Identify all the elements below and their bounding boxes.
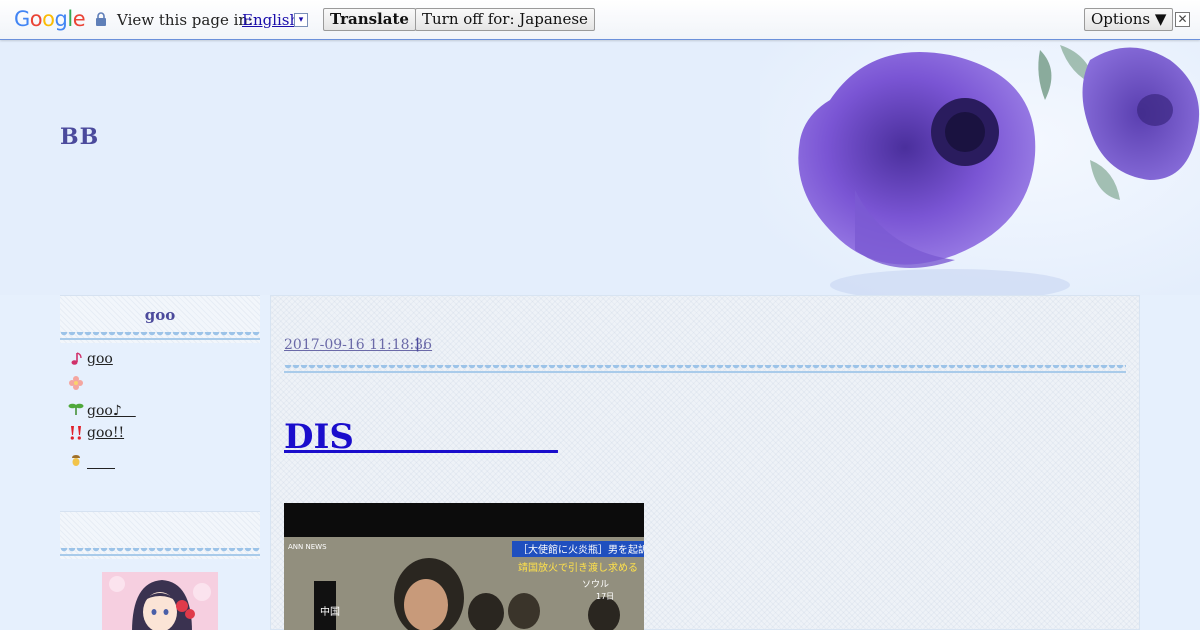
- post-separator: |: [415, 336, 421, 352]
- lace-divider: [284, 365, 1126, 373]
- news-image-graphic: ［大使館に火炎瓶］男を起訴 靖国放火で引き渡し求める ソウル 17日 ANN N…: [284, 503, 644, 630]
- sidebar: goo goo goo♪ goo!!: [60, 295, 260, 630]
- news-day: 17日: [596, 592, 614, 601]
- options-button[interactable]: Options ▼: [1084, 8, 1174, 31]
- profile-avatar-image[interactable]: [102, 572, 218, 630]
- sidebar-box-header: goo: [60, 295, 260, 343]
- turn-off-button[interactable]: Turn off for: Japanese: [415, 8, 595, 31]
- lace-divider: [60, 548, 260, 556]
- news-caption-top: ［大使館に火炎瓶］男を起訴: [518, 543, 644, 556]
- news-location: ソウル: [582, 579, 609, 590]
- news-screenshot-image: ［大使館に火炎瓶］男を起訴 靖国放火で引き渡し求める ソウル 17日 ANN N…: [284, 503, 644, 630]
- sidebar-box-title: goo: [144, 306, 176, 324]
- main-content: 2017-09-16 11:18:36 | . DIS ［大使館に火炎瓶］男を起…: [270, 295, 1140, 630]
- news-logo: ANN NEWS: [288, 543, 327, 551]
- close-icon[interactable]: ✕: [1175, 12, 1190, 27]
- anemone-flower-image: [760, 40, 1200, 295]
- news-side-text: 中国: [320, 605, 340, 618]
- language-dropdown-icon[interactable]: ▾: [294, 13, 308, 27]
- translate-button[interactable]: Translate: [323, 8, 416, 31]
- blog-header: BB: [0, 40, 1200, 295]
- flower-icon: [69, 376, 83, 390]
- music-note-icon: [71, 352, 82, 365]
- sidebar-box-2: [60, 511, 260, 559]
- sidebar-item-label[interactable]: [87, 452, 115, 472]
- sidebar-box-header: [60, 511, 260, 559]
- lace-divider: [60, 332, 260, 340]
- lock-icon: [96, 12, 106, 26]
- sidebar-item-label[interactable]: goo♪: [87, 400, 136, 420]
- post-title[interactable]: DIS: [284, 409, 558, 458]
- translate-bar: Google View this page in: English ▾ Tran…: [0, 0, 1200, 40]
- news-caption-sub: 靖国放火で引き渡し求める: [518, 561, 638, 574]
- exclamation-icon: [70, 426, 81, 440]
- post-date-link[interactable]: 2017-09-16 11:18:36: [284, 337, 432, 353]
- translate-label: View this page in:: [117, 11, 254, 29]
- sprout-icon: [68, 403, 84, 415]
- sidebar-item-label[interactable]: goo!!: [87, 425, 124, 441]
- post-category-link[interactable]: .: [422, 337, 426, 353]
- blog-title[interactable]: BB: [60, 124, 99, 150]
- google-logo: Google: [14, 7, 86, 31]
- acorn-icon: [72, 455, 80, 466]
- language-link[interactable]: English: [242, 11, 299, 29]
- sidebar-item-label[interactable]: goo: [87, 351, 113, 367]
